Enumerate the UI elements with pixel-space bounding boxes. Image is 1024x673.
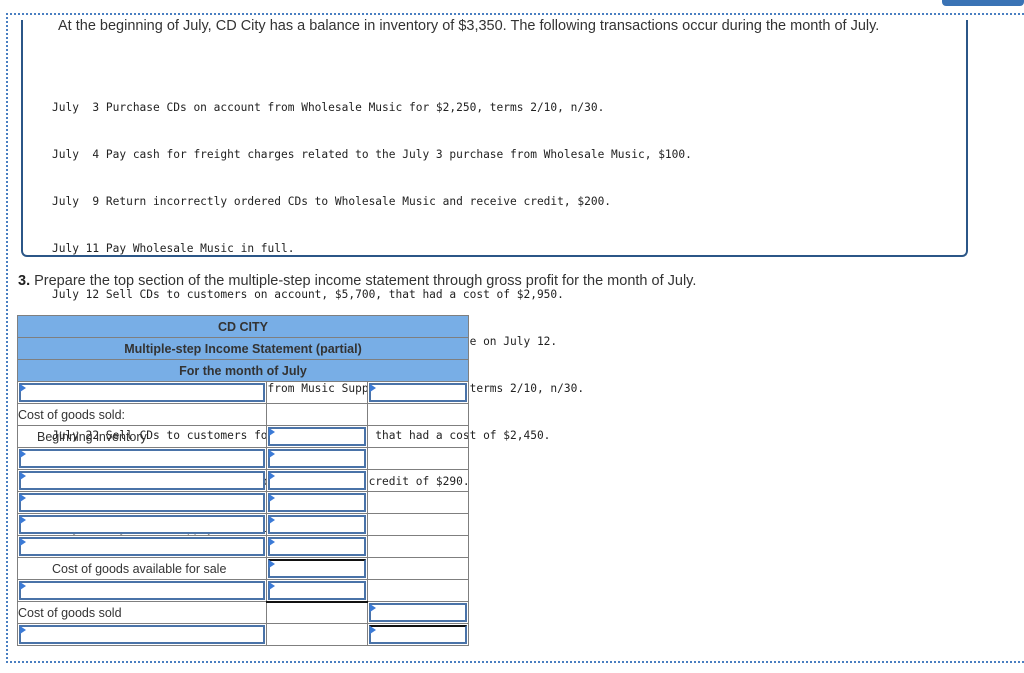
empty-cell <box>367 403 469 426</box>
table-row <box>17 623 469 646</box>
header-period-row: For the month of July <box>17 359 469 382</box>
header-company-row: CD CITY <box>17 315 469 338</box>
cogs-label: Cost of goods sold <box>17 601 267 624</box>
line-2-label-input[interactable] <box>19 471 265 490</box>
transaction-item: July 9 Return incorrectly ordered CDs to… <box>52 194 612 208</box>
table-row <box>17 447 469 470</box>
empty-cell <box>266 623 368 646</box>
line-3-label-input[interactable] <box>19 493 265 512</box>
statement-title: Multiple-step Income Statement (partial) <box>17 337 469 360</box>
table-row: Cost of goods sold <box>17 600 469 624</box>
line-5-label-input[interactable] <box>19 537 265 556</box>
beginning-inventory-label: Beginning inventory <box>17 425 267 448</box>
table-row <box>17 469 469 492</box>
line-4-amount-input[interactable] <box>268 515 366 534</box>
empty-cell <box>266 403 368 426</box>
empty-cell <box>367 557 469 580</box>
empty-cell <box>367 469 469 492</box>
beginning-inventory-amount-input[interactable] <box>268 427 366 446</box>
table-row: Cost of goods available for sale <box>17 557 469 580</box>
empty-cell <box>367 425 469 448</box>
problem-intro: At the beginning of July, CD City has a … <box>58 18 880 34</box>
top-tab-indicator <box>942 0 1024 6</box>
question-number: 3. <box>18 273 31 289</box>
line-2-amount-input[interactable] <box>268 471 366 490</box>
table-row <box>17 381 469 404</box>
question-text: Prepare the top section of the multiple-… <box>30 273 697 289</box>
table-row: Beginning inventory <box>17 425 469 448</box>
ending-inventory-label-input[interactable] <box>19 581 265 600</box>
question-frame: At the beginning of July, CD City has a … <box>6 13 1024 663</box>
table-row <box>17 491 469 514</box>
sales-amount-input[interactable] <box>369 383 467 402</box>
transaction-item: July 11 Pay Wholesale Music in full. <box>52 241 295 255</box>
question-prompt: 3. Prepare the top section of the multip… <box>18 273 696 289</box>
income-statement-table: CD CITY Multiple-step Income Statement (… <box>17 315 469 646</box>
gross-profit-amount-input[interactable] <box>369 625 467 644</box>
empty-cell <box>367 535 469 558</box>
empty-cell <box>266 600 368 624</box>
cogs-header-label: Cost of goods sold: <box>17 403 267 426</box>
table-row: Cost of goods sold: <box>17 403 469 426</box>
transaction-item: July 3 Purchase CDs on account from Whol… <box>52 101 605 115</box>
line-1-label-input[interactable] <box>19 449 265 468</box>
empty-cell <box>367 447 469 470</box>
transaction-item: July 12 Sell CDs to customers on account… <box>52 288 564 302</box>
line-5-amount-input[interactable] <box>268 537 366 556</box>
empty-cell <box>367 491 469 514</box>
cogs-amount-input[interactable] <box>369 603 467 622</box>
cogs-available-label: Cost of goods available for sale <box>17 557 267 580</box>
table-row <box>17 513 469 536</box>
empty-cell <box>266 381 368 404</box>
sales-label-input[interactable] <box>19 383 265 402</box>
statement-period: For the month of July <box>17 359 469 382</box>
empty-cell <box>367 579 469 602</box>
table-row <box>17 579 469 602</box>
empty-cell <box>367 513 469 536</box>
ending-inventory-amount-input[interactable] <box>268 581 366 600</box>
company-name: CD CITY <box>17 315 469 338</box>
gross-profit-label-input[interactable] <box>19 625 265 644</box>
transaction-item: July 4 Pay cash for freight charges rela… <box>52 147 692 161</box>
line-4-label-input[interactable] <box>19 515 265 534</box>
line-3-amount-input[interactable] <box>268 493 366 512</box>
line-1-amount-input[interactable] <box>268 449 366 468</box>
cogs-available-amount-input[interactable] <box>268 559 366 578</box>
table-row <box>17 535 469 558</box>
header-title-row: Multiple-step Income Statement (partial) <box>17 337 469 360</box>
